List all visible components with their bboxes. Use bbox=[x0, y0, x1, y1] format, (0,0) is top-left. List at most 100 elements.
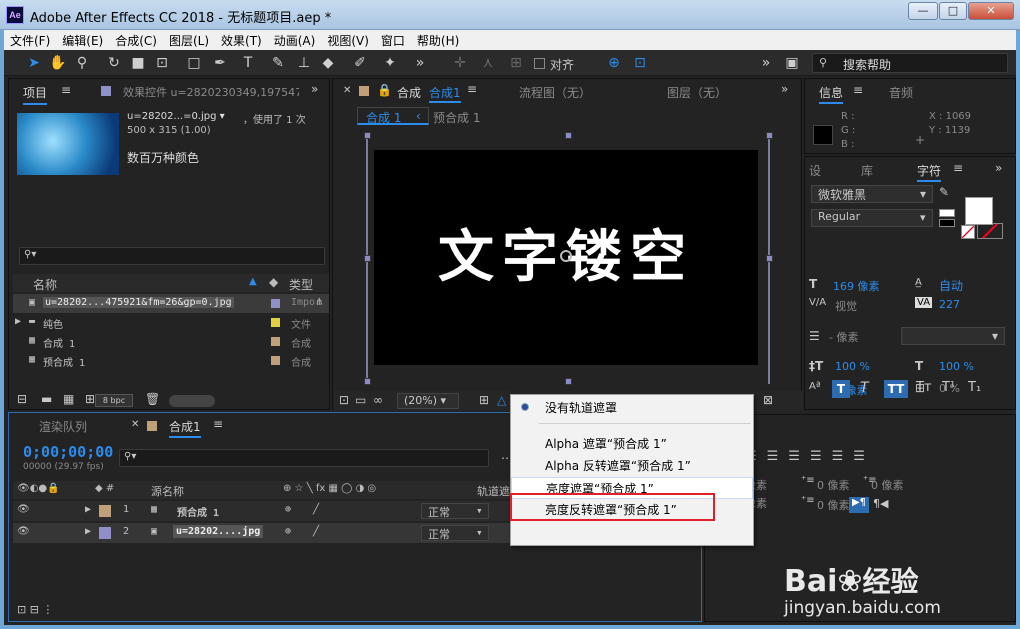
lock-icon[interactable]: 🔒 bbox=[377, 83, 392, 97]
tab-layer[interactable]: 图层（无） bbox=[667, 84, 727, 101]
tab-info[interactable]: 信息 bbox=[819, 84, 844, 104]
bit-depth-button[interactable]: 8 bpc bbox=[95, 394, 133, 407]
snap-option-icon[interactable]: ⊕ bbox=[604, 54, 624, 72]
breadcrumb-precomp1[interactable]: 预合成 1 bbox=[433, 109, 480, 126]
menu-help[interactable]: 帮助(H) bbox=[411, 30, 465, 49]
close-tab-icon[interactable]: ✕ bbox=[131, 419, 139, 430]
current-timecode[interactable]: 0;00;00;00 bbox=[23, 443, 113, 461]
transform-handle[interactable] bbox=[766, 132, 773, 139]
faux-bold-button[interactable]: T bbox=[832, 380, 850, 398]
ltr-direction-button[interactable]: ▶¶ bbox=[849, 497, 869, 513]
tab-effect-controls[interactable]: 效果控件 u=2820230349,1975475 bbox=[123, 84, 299, 100]
font-family-select[interactable]: 微软雅黑 ▾ bbox=[811, 185, 933, 203]
blend-mode-select[interactable]: 正常 ▾ bbox=[421, 503, 489, 519]
list-item[interactable]: ▶ ▬ 纯色 文件 bbox=[13, 313, 329, 332]
interpret-footage-icon[interactable]: ⊟ bbox=[17, 392, 27, 406]
menu-edit[interactable]: 编辑(E) bbox=[56, 30, 109, 49]
help-search[interactable]: ⚲ 搜索帮助 bbox=[812, 53, 1008, 73]
menu-view[interactable]: 视图(V) bbox=[321, 30, 375, 49]
menu-window[interactable]: 窗口 bbox=[375, 30, 411, 49]
stroke-color-swatch[interactable] bbox=[977, 223, 1003, 239]
tab-comp-name[interactable]: 合成1 bbox=[429, 84, 461, 103]
transform-handle[interactable] bbox=[364, 132, 371, 139]
panel-more-icon[interactable]: » bbox=[995, 161, 1002, 175]
camera-tool-icon[interactable]: ■ bbox=[128, 54, 148, 72]
tab-character[interactable]: 字符 bbox=[917, 162, 942, 182]
quality-switch-icon[interactable]: ╱ bbox=[313, 504, 319, 515]
indent-value-2[interactable]: 0 像素 bbox=[817, 497, 850, 513]
timeline-footer-icons[interactable]: ⊡ ⊟ ⋮ bbox=[17, 603, 53, 616]
minimize-button[interactable]: — bbox=[908, 2, 938, 20]
workspace-more-icon[interactable]: » bbox=[756, 54, 776, 72]
font-style-select[interactable]: Regular ▾ bbox=[811, 209, 933, 227]
anchor-point-icon[interactable] bbox=[560, 250, 572, 262]
expand-arrow-icon[interactable]: ▶ bbox=[85, 504, 91, 515]
transform-handle[interactable] bbox=[364, 378, 371, 385]
file-name[interactable]: u=28202...=0.jpg ▾ bbox=[127, 111, 225, 122]
align-buttons-icon[interactable]: ☰☰☰☰☰☰ bbox=[745, 449, 1005, 464]
close-tab-icon[interactable]: ✕ bbox=[343, 85, 351, 96]
sort-up-icon[interactable]: ▲ bbox=[249, 276, 257, 287]
kerning-value[interactable]: 视觉 bbox=[835, 298, 857, 314]
tab-s[interactable]: 设 bbox=[809, 162, 821, 179]
vertical-scale-value[interactable]: 100 % bbox=[835, 360, 870, 373]
trash-icon[interactable]: 🗑 bbox=[145, 392, 160, 406]
quality-switch-icon[interactable]: ╱ bbox=[313, 526, 319, 537]
label-swatch[interactable] bbox=[271, 318, 280, 327]
workspace-icon[interactable]: ▣ bbox=[782, 54, 802, 72]
stroke-width-value[interactable]: - 像素 bbox=[829, 329, 858, 345]
snap-edge-icon[interactable]: ⊡ bbox=[630, 54, 650, 72]
project-search-input[interactable]: ⚲▾ bbox=[19, 247, 325, 265]
zoom-select[interactable]: (20%) ▾ bbox=[397, 393, 459, 409]
brush-tool-icon[interactable]: ✎ bbox=[268, 54, 288, 72]
small-caps-button[interactable]: Tт bbox=[916, 380, 932, 395]
hand-tool-icon[interactable]: ✋ bbox=[48, 54, 68, 72]
no-stroke-swatch[interactable] bbox=[961, 225, 975, 239]
shy-switch-icon[interactable]: ⊕ bbox=[285, 504, 291, 515]
space-value-1[interactable]: 0 像素 bbox=[871, 477, 904, 493]
tab-library[interactable]: 库 bbox=[861, 162, 873, 179]
puppet-tool-icon[interactable]: ✦ bbox=[380, 54, 400, 72]
col-name[interactable]: 名称 bbox=[33, 276, 57, 293]
stroke-type-select[interactable]: ▾ bbox=[901, 327, 1005, 345]
superscript-button[interactable]: T¹ bbox=[942, 380, 955, 395]
new-composition-icon[interactable]: ▦ bbox=[63, 392, 74, 406]
shy-switch-icon[interactable]: ⊕ bbox=[285, 526, 291, 537]
col-track-matte[interactable]: 轨道遮 bbox=[477, 483, 510, 499]
pen-tool-icon[interactable]: ✒ bbox=[210, 54, 230, 72]
list-item[interactable]: ▦ 预合成 1 合成 bbox=[13, 351, 329, 370]
selection-tool-icon[interactable]: ➤ bbox=[24, 54, 44, 72]
blend-mode-select[interactable]: 正常 ▾ bbox=[421, 525, 489, 541]
menu-file[interactable]: 文件(F) bbox=[4, 30, 56, 49]
mask-visibility-icon[interactable]: ∞ bbox=[373, 393, 383, 407]
panel-more-icon[interactable]: » bbox=[311, 82, 318, 96]
new-folder-icon[interactable]: ▬ bbox=[41, 392, 52, 406]
visibility-icon[interactable]: 👁 bbox=[17, 504, 30, 515]
tab-render-queue[interactable]: 渲染队列 bbox=[39, 418, 87, 435]
list-item[interactable]: ▣ u=28202...475921&fm=26&gp=0.jpg Impo ⋔ bbox=[13, 294, 329, 313]
col-type[interactable]: 类型 bbox=[289, 276, 313, 293]
label-swatch[interactable] bbox=[99, 527, 111, 539]
zoom-tool-icon[interactable]: ⚲ bbox=[72, 54, 92, 72]
transform-handle[interactable] bbox=[565, 378, 572, 385]
snap-checkbox[interactable] bbox=[534, 58, 545, 69]
transform-handle[interactable] bbox=[766, 255, 773, 262]
roto-brush-tool-icon[interactable]: ✐ bbox=[350, 54, 370, 72]
subscript-button[interactable]: T₁ bbox=[968, 380, 981, 395]
expand-arrow-icon[interactable]: ▶ bbox=[15, 316, 21, 327]
fill-color-swatch[interactable] bbox=[965, 197, 993, 225]
rotate-tool-icon[interactable]: ↻ bbox=[104, 54, 124, 72]
text-tool-icon[interactable]: T bbox=[238, 54, 258, 72]
timeline-search-input[interactable]: ⚲▾ bbox=[119, 449, 489, 467]
menu-layer[interactable]: 图层(L) bbox=[163, 30, 215, 49]
grid-icon[interactable]: ⊞ bbox=[479, 393, 489, 407]
font-size-value[interactable]: 169 像素 bbox=[833, 278, 880, 294]
indent-value-1[interactable]: 0 像素 bbox=[817, 477, 850, 493]
toolbar-more-icon[interactable]: » bbox=[410, 54, 430, 72]
maximize-button[interactable]: □ bbox=[939, 2, 967, 20]
menu-effect[interactable]: 效果(T) bbox=[215, 30, 268, 49]
transform-handle[interactable] bbox=[364, 255, 371, 262]
close-button[interactable]: ✕ bbox=[968, 2, 1014, 20]
col-source-name[interactable]: 源名称 bbox=[151, 483, 184, 499]
layer-name[interactable]: u=28202....jpg bbox=[173, 525, 264, 538]
